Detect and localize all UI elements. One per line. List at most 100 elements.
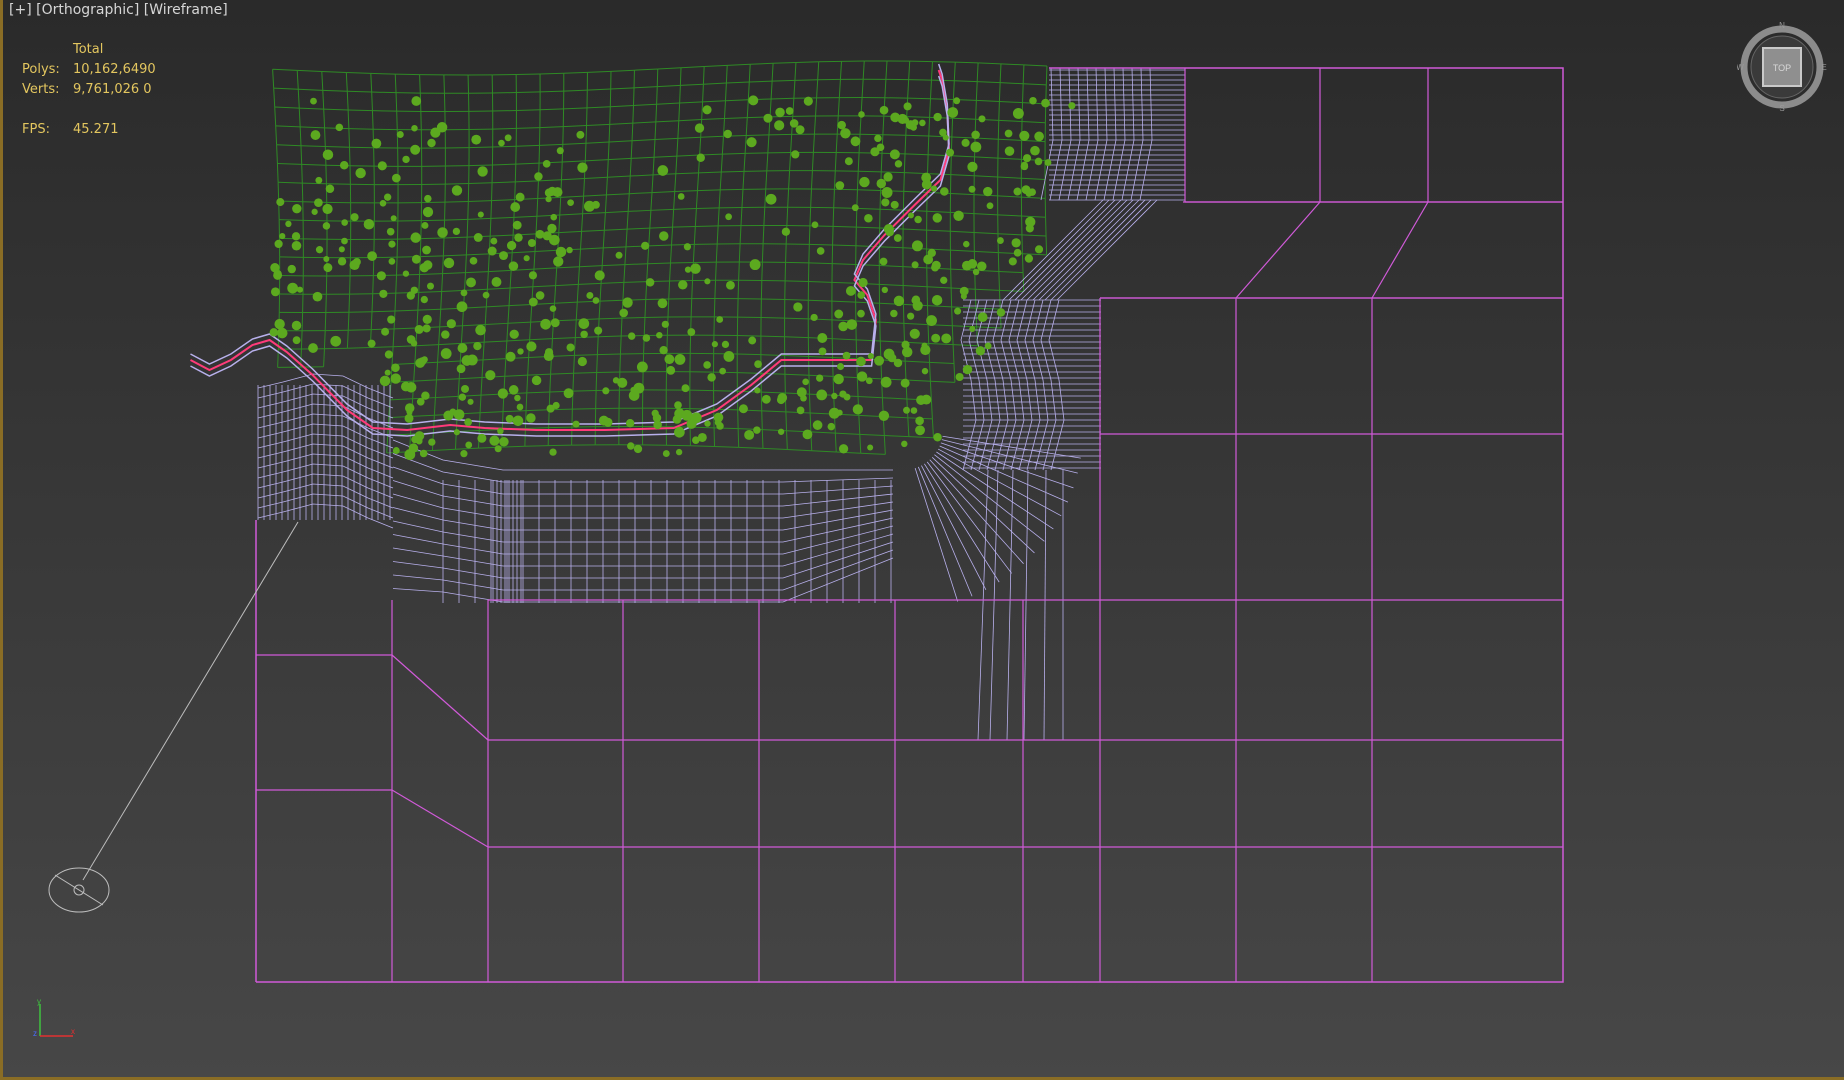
wire-edge [577,266,580,285]
wire-edge [573,372,597,374]
tree-point [920,344,931,356]
wire-edge [1043,469,1047,741]
tree-point [977,312,988,323]
wire-edge [418,274,421,293]
wireframe-scene[interactable] [3,0,1844,1080]
wire-edge [765,170,768,190]
tree-point [795,125,805,135]
wire-edge [855,208,858,228]
tree-point [410,286,419,294]
tree-point [580,330,588,339]
wire-edge [927,324,930,344]
tree-point [852,404,863,415]
tree-point [850,136,861,147]
wire-edge [391,654,489,741]
viewport[interactable]: [+] [Orthographic] [Wireframe] Total Pol… [0,0,1844,1080]
tree-point [418,357,427,366]
tree-point [1011,238,1021,248]
wire-edge [480,377,483,396]
tree-point [738,404,748,414]
wire-edge [540,108,564,111]
wire-edge [926,461,1013,574]
tree-point [465,441,473,449]
wire-edge [631,123,634,141]
wire-edge [634,86,658,89]
tree-point [675,448,683,456]
wire-edge [677,120,680,139]
wire-edge [515,162,540,165]
tree-point [310,130,321,140]
wire-edge [772,79,795,82]
wire-edge [278,181,303,184]
tree-point [696,153,705,162]
tree-point [421,391,430,400]
wire-edge [609,140,633,143]
tree-point [748,336,757,345]
tree-point [947,107,959,118]
viewport-shading-menu[interactable]: [Wireframe] [144,2,228,18]
tree-point [810,313,818,322]
tree-point [816,389,828,401]
tree-point [341,219,348,226]
tree-point [1012,108,1024,119]
wire-edge [784,354,809,357]
wire-edge [833,170,836,190]
wire-edge [1045,66,1048,85]
wire-edge [691,280,694,299]
wire-edge [856,207,881,210]
wire-edge [978,62,1001,65]
wire-edge [835,432,860,435]
wire-edge [325,294,327,313]
wire-edge [583,178,585,197]
tree-point [460,450,468,458]
wire-edge [696,172,700,191]
axis-gizmo-icon: y x z [33,997,75,1038]
wire-edge [998,101,1000,121]
tree-point [842,351,851,360]
viewport-plus-menu[interactable]: [+] [9,2,32,18]
wire-edge [507,305,510,324]
wire-edge [491,199,515,202]
wire-edge [936,451,1054,530]
tree-point [485,370,496,381]
tree-point [939,128,947,137]
wire-edge [760,335,785,338]
tree-point [812,420,823,430]
wire-edge [650,192,653,211]
wire-edge [808,225,811,245]
wire-edge [552,337,576,340]
tree-point [721,340,730,349]
wire-edge [737,280,740,299]
tree-point [791,150,800,159]
wire-edge [903,190,928,193]
wire-edge [257,463,394,489]
tree-point [941,333,952,344]
viewcube-icon[interactable]: TOP N S E W [1737,22,1827,112]
wire-edge [587,70,612,73]
tree-point [567,199,574,207]
wire-edge [679,101,703,104]
wire-edge [587,88,611,91]
viewport-view-menu[interactable]: [Orthographic] [36,2,139,18]
wire-edge [950,230,975,233]
tree-point [411,254,421,264]
tree-point [651,409,659,417]
polys-value: 10,162,6490 [73,62,156,77]
wire-edge [492,181,516,184]
tree-point [707,373,716,382]
tree-point [419,449,428,458]
wire-edge [1021,253,1024,273]
tree-point [903,102,912,111]
tree-point [642,334,651,342]
wire-edge [903,228,927,231]
wire-edge [997,214,1022,217]
tree-point [796,406,805,415]
tree-point [633,444,643,454]
wire-edge [298,108,301,127]
wire-edge [786,207,789,226]
wire-edge [624,263,648,266]
wire-edge [296,70,299,90]
wire-edge [563,71,588,74]
viewport-label-menu[interactable]: [+] [Orthographic] [Wireframe] [9,2,228,18]
wire-edge [418,290,442,293]
